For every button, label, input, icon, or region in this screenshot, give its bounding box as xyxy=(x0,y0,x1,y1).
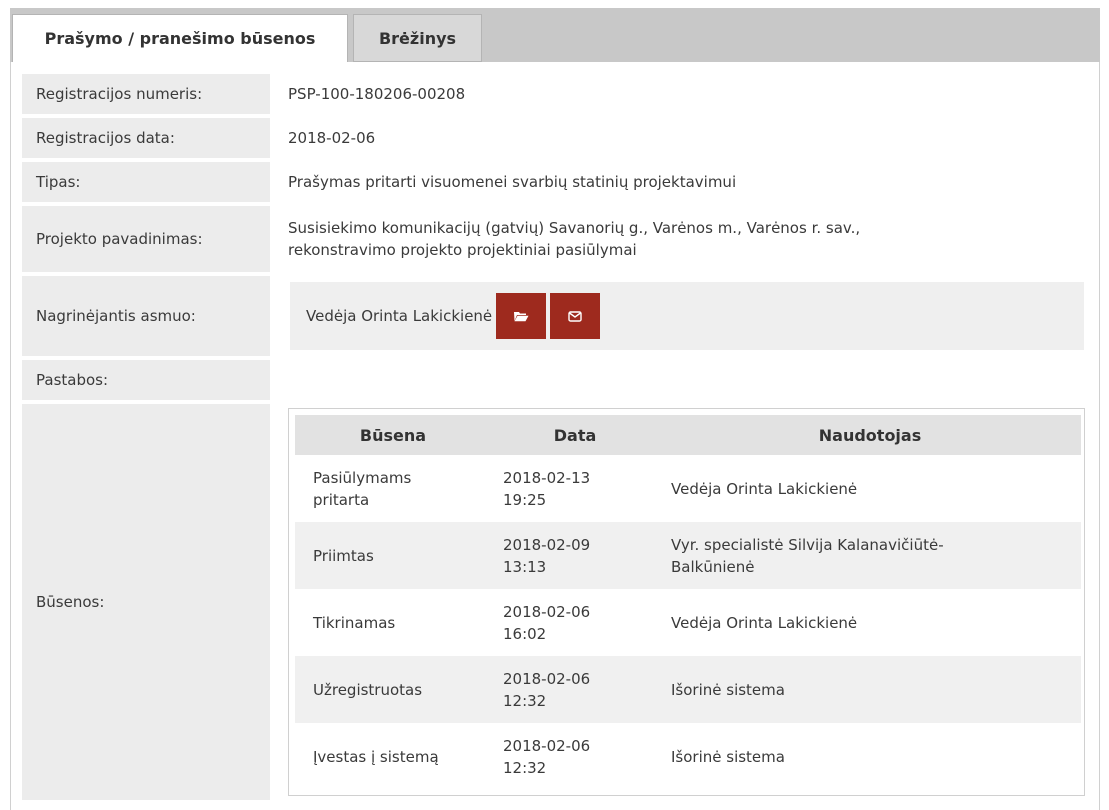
state-cell: Užregistruotas xyxy=(295,656,491,723)
column-header-state: Būsena xyxy=(295,415,491,455)
state-cell: Priimtas xyxy=(295,522,491,589)
user-cell: Vyr. specialistė Silvija Kalanavičiūtė- B… xyxy=(659,522,1081,589)
notes-label: Pastabos: xyxy=(22,360,270,400)
responsible-person-name: Vedėja Orinta Lakickienė xyxy=(306,307,493,325)
responsible-person-label: Nagrinėjantis asmuo: xyxy=(22,276,270,356)
user-cell: Vedėja Orinta Lakickienė xyxy=(671,613,858,632)
column-header-user: Naudotojas xyxy=(659,415,1081,455)
notes-value xyxy=(288,360,1088,400)
project-name-line-1: Susisiekimo komunikacijų (gatvių) Savano… xyxy=(288,219,861,237)
states-table-container: Būsena Data Naudotojas Pasiūlymams pritar… xyxy=(288,408,1085,796)
states-label: Būsenos: xyxy=(22,404,270,800)
date-cell: 2018-02-06 12:32 xyxy=(503,736,591,777)
folder-open-icon xyxy=(514,312,529,322)
date-cell: 2018-02-06 16:02 xyxy=(503,602,591,643)
table-row: Pasiūlymams pritarta 2018-02-13 19:25 Vedė… xyxy=(295,455,1081,522)
date-cell: 2018-02-13 19:25 xyxy=(503,468,591,509)
state-cell: Įvestas į sistemą xyxy=(313,747,439,766)
table-row: Įvestas į sistemą 2018-02-06 12:32 Išorin… xyxy=(295,723,1081,790)
responsible-person-box: Vedėja Orinta Lakickienė xyxy=(290,282,1084,350)
user-cell: Išorinė sistema xyxy=(671,747,785,766)
registration-date-value: 2018-02-06 xyxy=(288,129,376,147)
tab-request-states[interactable]: Prašymo / pranešimo būsenos xyxy=(12,14,348,62)
registration-date-label: Registracijos data: xyxy=(22,118,270,158)
state-cell: Tikrinamas xyxy=(313,613,396,632)
table-row: Užregistruotas 2018-02-06 12:32 Išorinė s… xyxy=(295,656,1081,723)
states-table-header-row: Būsena Data Naudotojas xyxy=(295,415,1081,455)
state-cell: Pasiūlymams pritarta xyxy=(313,468,412,509)
type-label: Tipas: xyxy=(22,162,270,202)
project-name-line-2: rekonstravimo projekto projektiniai pasi… xyxy=(288,241,637,259)
type-value: Prašymas pritarti visuomenei svarbių sta… xyxy=(288,173,737,191)
user-cell: Vedėja Orinta Lakickienė xyxy=(671,479,858,498)
column-header-date: Data xyxy=(491,415,659,455)
registration-number-label: Registracijos numeris: xyxy=(22,74,270,114)
send-email-button[interactable] xyxy=(550,293,601,339)
states-table: Būsena Data Naudotojas Pasiūlymams pritar… xyxy=(295,415,1081,790)
table-row: Tikrinamas 2018-02-06 16:02 Vedėja Orinta… xyxy=(295,589,1081,656)
envelope-icon xyxy=(568,310,582,322)
table-row: Priimtas 2018-02-09 13:13 Vyr. specialist… xyxy=(295,522,1081,589)
date-cell: 2018-02-09 13:13 xyxy=(491,522,659,589)
project-name-label: Projekto pavadinimas: xyxy=(22,206,270,272)
registration-number-value: PSP-100-180206-00208 xyxy=(288,85,466,103)
user-cell: Išorinė sistema xyxy=(659,656,1081,723)
tab-bar: Prašymo / pranešimo būsenos Brėžinys xyxy=(10,8,1100,62)
tab-drawing[interactable]: Brėžinys xyxy=(353,14,482,62)
project-name-value: Susisiekimo komunikacijų (gatvių) Savano… xyxy=(288,206,1088,272)
date-cell: 2018-02-06 12:32 xyxy=(491,656,659,723)
open-folder-button[interactable] xyxy=(496,293,547,339)
